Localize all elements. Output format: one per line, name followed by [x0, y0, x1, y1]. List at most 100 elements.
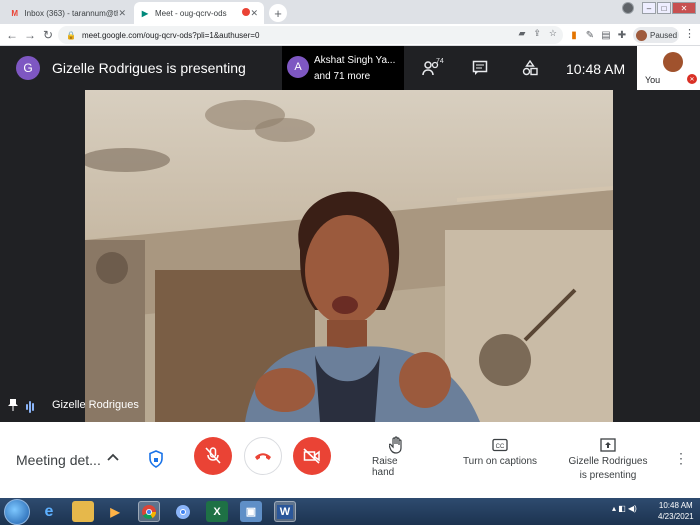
avatar	[636, 29, 647, 41]
chat-glyph	[472, 60, 488, 75]
minimize-button[interactable]: –	[642, 2, 656, 14]
share-icon[interactable]: ⇪	[533, 28, 541, 39]
ie-icon[interactable]: e	[38, 501, 60, 522]
url-text: meet.google.com/oug-qcrv-ods?pli=1&authu…	[81, 30, 260, 40]
meeting-clock: 10:48 AM	[566, 61, 626, 77]
browser-menu-icon[interactable]: ⋮	[684, 27, 695, 40]
word-icon[interactable]: W	[274, 501, 296, 522]
raise-hand-button[interactable]: Raise hand	[372, 434, 422, 478]
mic-off-icon	[205, 447, 221, 464]
close-icon[interactable]: ✕	[118, 8, 126, 19]
folder-icon[interactable]	[72, 501, 94, 522]
mic-off-icon: ✕	[687, 74, 697, 84]
pin-glyph	[8, 399, 18, 411]
captions-icon: CC	[492, 434, 508, 456]
word-glyph: W	[276, 504, 294, 519]
forward-icon[interactable]: →	[22, 27, 38, 43]
windows-taskbar: e ▶ X ▣ W ▴ ◧ ◀) 10:48 AM 4/23/2021	[0, 498, 700, 525]
taskbar-date: 4/23/2021	[658, 512, 694, 521]
participant-avatar: A	[287, 56, 309, 78]
chrome-glyph	[142, 504, 156, 519]
back-icon[interactable]: ←	[4, 27, 20, 43]
profile-status: Paused	[650, 30, 678, 40]
tab-inbox[interactable]: M Inbox (363) - tarannum@theindi... ✕	[4, 2, 132, 24]
maximize-button[interactable]: □	[657, 2, 671, 14]
hang-up-icon	[255, 453, 271, 460]
video-frame	[85, 90, 613, 422]
remote-desktop-icon[interactable]: ▣	[240, 501, 262, 522]
presenting-title: Gizelle Rodrigues is presenting	[52, 60, 246, 76]
raise-hand-label: Raise hand	[372, 456, 398, 478]
pin-icon[interactable]	[8, 398, 18, 415]
present-status-button[interactable]: Gizelle Rodrigues is presenting	[566, 434, 650, 481]
present-icon	[600, 434, 616, 456]
chat-icon[interactable]	[470, 58, 490, 78]
chevron-up-icon[interactable]	[107, 452, 119, 465]
excel-icon[interactable]: X	[206, 501, 228, 522]
meeting-details-button[interactable]: Meeting det...	[16, 452, 101, 468]
participant-name: Akshat Singh Ya...	[314, 55, 396, 66]
cc-glyph: CC	[492, 438, 508, 452]
star-icon[interactable]: ☆	[549, 28, 557, 39]
presenter-avatar: G	[16, 56, 40, 80]
activities-icon[interactable]	[520, 58, 540, 78]
profile-button[interactable]: Paused	[633, 27, 679, 43]
extension-icon[interactable]: ▮	[568, 28, 580, 42]
pin-row	[8, 398, 34, 415]
presenter-video	[85, 90, 613, 422]
chrome-alt-glyph	[176, 504, 190, 519]
browser-toolbar: ← → ↻ 🔒 meet.google.com/oug-qcrv-ods?pli…	[0, 24, 700, 46]
start-orb-icon[interactable]	[4, 499, 30, 525]
self-avatar	[663, 52, 683, 72]
presentation-stage	[0, 90, 700, 422]
more-options-icon[interactable]: ⋮	[674, 450, 688, 467]
chevron-glyph	[107, 453, 119, 461]
participant-tile[interactable]: A Akshat Singh Ya... and 71 more	[282, 46, 404, 90]
media-player-icon[interactable]: ▶	[104, 501, 126, 522]
gmail-icon: M	[11, 8, 19, 18]
meet-icon: ▶	[141, 8, 149, 18]
tab-inbox-title: Inbox (363) - tarannum@theindi...	[24, 8, 119, 18]
window-close-button[interactable]: ✕	[672, 2, 696, 14]
tab-meet[interactable]: ▶ Meet - oug-qcrv-ods ✕	[134, 2, 264, 24]
hand-glyph	[389, 436, 402, 454]
people-count: 74	[436, 58, 444, 65]
speaker-name: Gizelle Rodrigues	[52, 399, 139, 411]
present-glyph	[600, 438, 616, 452]
mic-off-button[interactable]	[194, 437, 232, 475]
audio-level-icon	[26, 400, 34, 413]
svg-text:CC: CC	[496, 444, 505, 450]
taskbar-clock[interactable]: 10:48 AM 4/23/2021	[658, 500, 694, 522]
extension-icon[interactable]: ✎	[584, 28, 596, 42]
taskbar-time: 10:48 AM	[658, 501, 693, 510]
extensions-puzzle-icon[interactable]: ✚	[616, 28, 628, 42]
recording-dot-icon	[242, 8, 250, 16]
system-tray[interactable]: ▴ ◧ ◀)	[612, 504, 637, 513]
captions-button[interactable]: CC Turn on captions	[462, 434, 538, 467]
self-label: You	[645, 75, 661, 85]
shield-glyph	[149, 450, 163, 468]
extension-icon[interactable]: ▤	[600, 28, 612, 42]
leave-call-button[interactable]	[244, 437, 282, 475]
host-controls-shield-icon[interactable]	[147, 449, 165, 469]
account-icon[interactable]	[622, 2, 634, 14]
chrome-icon[interactable]	[138, 501, 160, 522]
tab-meet-title: Meet - oug-qcrv-ods	[155, 8, 227, 18]
address-bar[interactable]: 🔒 meet.google.com/oug-qcrv-ods?pli=1&aut…	[58, 26, 563, 44]
captions-label: Turn on captions	[462, 456, 538, 467]
hand-icon	[389, 434, 405, 456]
lock-icon: 🔒	[66, 30, 76, 40]
self-view-tile[interactable]: You ✕	[637, 46, 700, 90]
reload-icon[interactable]: ↻	[40, 27, 56, 43]
chrome-alt-icon[interactable]	[172, 501, 194, 522]
camera-icon[interactable]: ▰	[518, 28, 525, 39]
camera-off-icon	[303, 448, 320, 464]
presenting-line1: Gizelle Rodrigues	[568, 456, 648, 467]
close-icon[interactable]: ✕	[250, 8, 258, 19]
browser-tab-strip: M Inbox (363) - tarannum@theindi... ✕ ▶ …	[0, 0, 700, 24]
new-tab-button[interactable]: +	[269, 4, 287, 22]
participant-more: and 71 more	[314, 71, 371, 82]
camera-off-button[interactable]	[293, 437, 331, 475]
activities-glyph	[522, 60, 538, 76]
presenting-line2: is presenting	[579, 470, 637, 481]
